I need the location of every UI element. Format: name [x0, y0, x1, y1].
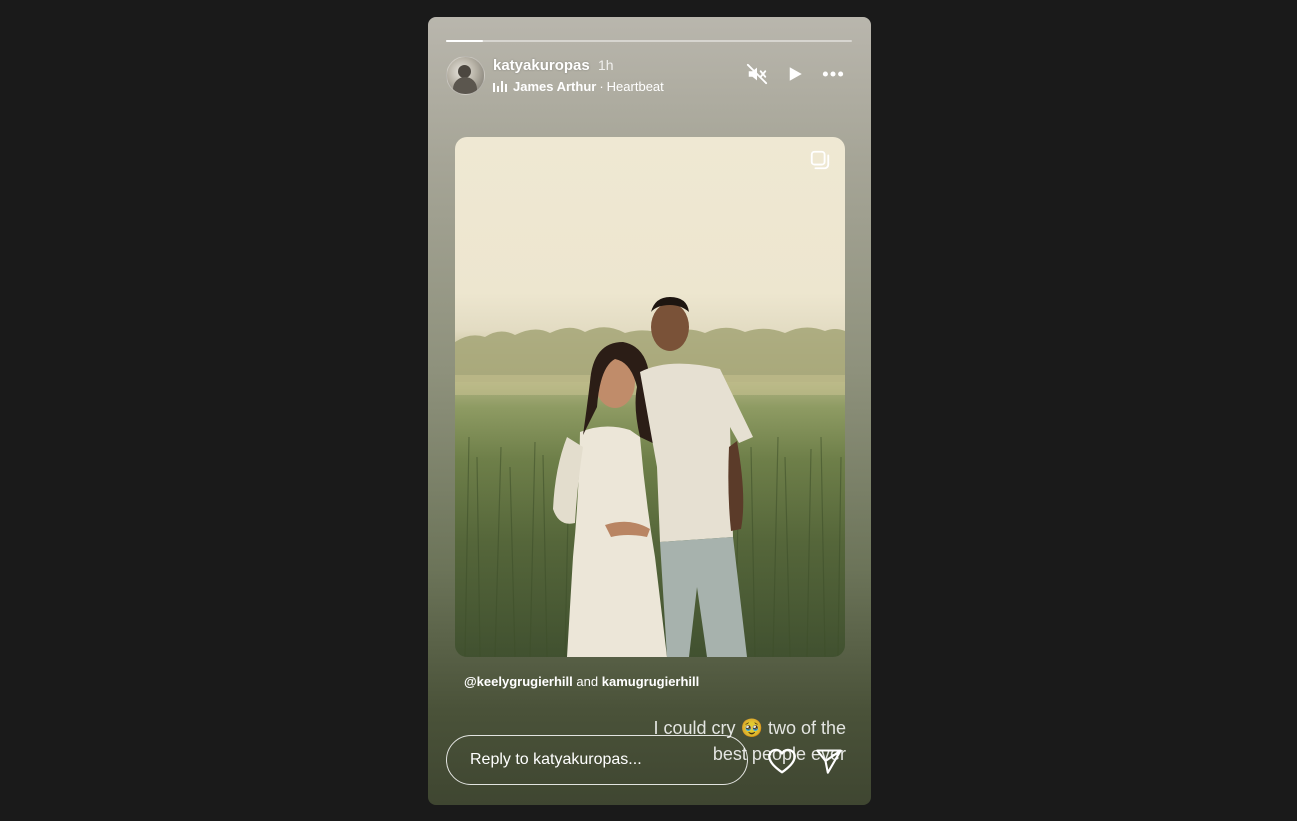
- caption-line1-after: two of the: [767, 718, 846, 738]
- music-info[interactable]: James Arthur · Heartbeat: [493, 79, 664, 94]
- mention-sticker[interactable]: @keelygrugierhill and kamugrugierhill: [464, 674, 699, 689]
- music-song: Heartbeat: [606, 79, 664, 94]
- carousel-stack-icon[interactable]: [809, 149, 831, 171]
- mention-connector: and: [576, 674, 599, 689]
- music-bars-icon: [493, 81, 507, 92]
- story-photo[interactable]: [455, 137, 845, 657]
- story-progress-bar: [446, 40, 852, 42]
- timestamp: 1h: [598, 57, 614, 73]
- story-controls: [746, 63, 844, 85]
- music-artist: James Arthur: [513, 79, 597, 94]
- muted-speaker-icon[interactable]: [746, 63, 768, 85]
- mention-second[interactable]: kamugrugierhill: [602, 674, 700, 689]
- heart-icon[interactable]: [767, 747, 797, 775]
- story-viewer[interactable]: katyakuropas 1h James Arthur · Heartbeat: [428, 17, 871, 805]
- story-progress-fill: [446, 40, 483, 42]
- avatar[interactable]: [446, 56, 485, 95]
- play-icon[interactable]: [784, 63, 806, 85]
- reply-placeholder: Reply to katyakuropas...: [470, 751, 642, 768]
- username[interactable]: katyakuropas: [493, 57, 590, 74]
- send-icon[interactable]: [815, 747, 843, 775]
- music-separator: ·: [599, 79, 604, 94]
- couple-photo-illustration: [455, 297, 845, 657]
- reply-input[interactable]: Reply to katyakuropas...: [446, 735, 748, 785]
- story-header: katyakuropas 1h James Arthur · Heartbeat: [446, 55, 852, 95]
- caption-emoji: 🥹: [740, 718, 763, 738]
- more-options-icon[interactable]: [822, 63, 844, 85]
- mention-first[interactable]: @keelygrugierhill: [464, 674, 573, 689]
